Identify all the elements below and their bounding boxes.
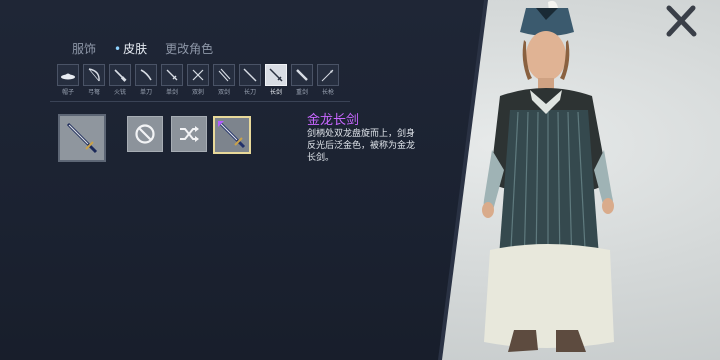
- shuffle-icon: [180, 126, 199, 142]
- weapon-type-row: 帽子 弓弩 火铳 单刀 单剑 双刺 双剑 长刀 长剑 重剑 长枪: [56, 64, 340, 97]
- close-button[interactable]: [664, 4, 698, 38]
- type-longsword[interactable]: 长剑: [264, 64, 288, 97]
- tab-skin[interactable]: • 皮肤: [114, 40, 147, 57]
- type-saber[interactable]: 单刀: [134, 64, 158, 97]
- type-hat[interactable]: 帽子: [56, 64, 80, 97]
- sword-icon: [161, 64, 183, 86]
- type-longblade[interactable]: 长刀: [238, 64, 262, 97]
- spear-icon: [317, 64, 339, 86]
- twin-daggers-icon: [187, 64, 209, 86]
- type-musket[interactable]: 火铳: [108, 64, 132, 97]
- section-divider: [50, 101, 350, 102]
- longblade-icon: [239, 64, 261, 86]
- wardrobe-screen: 服饰 • 皮肤 更改角色 帽子 弓弩 火铳 单刀 单剑 双刺 双剑 长刀 长剑 …: [0, 0, 720, 360]
- tab-clothing-label: 服饰: [72, 42, 97, 56]
- longsword-icon: [265, 64, 287, 86]
- random-skin-button[interactable]: [171, 116, 207, 152]
- item-description: 剑柄处双龙盘旋而上，剑身反光后泛金色，被称为金龙长剑。: [307, 129, 416, 163]
- sword-skin-icon: [66, 122, 98, 154]
- golden-dragon-sword-icon: [218, 121, 246, 149]
- type-greatsword[interactable]: 重剑: [290, 64, 314, 97]
- bow-icon: [83, 64, 105, 86]
- greatsword-icon: [291, 64, 313, 86]
- tab-change-character-label: 更改角色: [165, 42, 214, 56]
- item-name: 金龙长剑: [307, 113, 360, 128]
- type-label: 长枪: [321, 89, 334, 96]
- type-sword[interactable]: 单剑: [160, 64, 184, 97]
- prohibited-icon: [135, 124, 155, 144]
- category-tabs: 服饰 • 皮肤 更改角色: [72, 40, 213, 57]
- type-twin-daggers[interactable]: 双刺: [186, 64, 210, 97]
- selected-skin-slot[interactable]: [213, 116, 251, 154]
- saber-icon: [135, 64, 157, 86]
- type-spear[interactable]: 长枪: [316, 64, 340, 97]
- tab-clothing[interactable]: 服饰: [72, 40, 96, 57]
- active-tab-dot: •: [114, 42, 122, 56]
- type-twin-swords[interactable]: 双剑: [212, 64, 236, 97]
- musket-icon: [109, 64, 131, 86]
- tab-change-character[interactable]: 更改角色: [165, 40, 213, 57]
- twin-swords-icon: [213, 64, 235, 86]
- tab-skin-label: 皮肤: [123, 42, 148, 56]
- hat-icon: [57, 64, 79, 86]
- no-skin-button[interactable]: [127, 116, 163, 152]
- type-bow[interactable]: 弓弩: [82, 64, 106, 97]
- current-skin-slot[interactable]: [58, 114, 106, 162]
- character-model: [482, 0, 614, 352]
